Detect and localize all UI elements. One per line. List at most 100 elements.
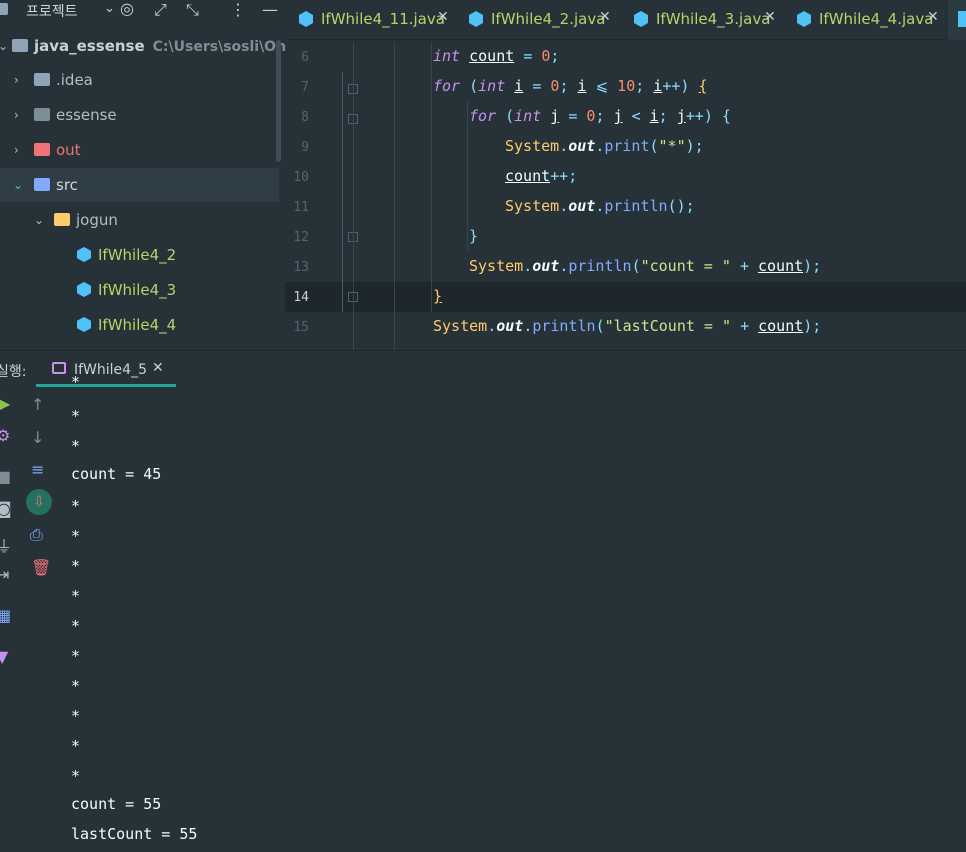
src-folder-icon <box>34 178 50 191</box>
console-line: count = 55 <box>71 795 162 813</box>
console-output[interactable]: * * * count = 45 * * * * * * * * * * cou… <box>71 373 961 852</box>
expand-icon[interactable]: ⤢ <box>154 0 167 20</box>
arrow-up-icon[interactable]: ↑ <box>31 395 44 414</box>
plug-icon[interactable]: ⏚ <box>0 533 12 557</box>
tree-item-essense[interactable]: › essense <box>0 98 279 132</box>
tab-label: IfWhile4_11.java <box>321 10 445 28</box>
console-line: * <box>71 587 81 605</box>
tab-ifwhile4-11[interactable]: IfWhile4_11.java ✕ <box>299 0 464 40</box>
java-class-icon <box>634 11 648 27</box>
console-line: * <box>71 497 81 515</box>
out-folder-icon <box>34 143 50 156</box>
run-tab-ifwhile4-5[interactable]: IfWhile4_5 ✕ <box>36 357 176 387</box>
stop-icon[interactable]: ■ <box>0 467 11 486</box>
tree-root-path: C:\Users\sosli\OneDr <box>152 39 285 55</box>
run-panel-header: 실행: IfWhile4_5 ✕ <box>0 351 966 387</box>
console-line: * <box>71 647 81 665</box>
console-line: count = 45 <box>71 465 162 483</box>
project-panel-header: 프로젝트 ⌄ ◎ ⤢ ⤡ ⋮ — <box>0 0 285 22</box>
console-line: lastCount = 55 <box>71 825 198 843</box>
layout-icon[interactable]: ▦ <box>0 606 11 625</box>
chevron-down-icon[interactable]: ⌄ <box>104 1 115 16</box>
tree-item-label: .idea <box>56 71 93 89</box>
chevron-down-icon[interactable]: ⌄ <box>34 213 44 227</box>
console-line: * <box>71 617 81 635</box>
target-icon[interactable]: ◎ <box>120 0 134 18</box>
tree-item-label: IfWhile4_2 <box>98 246 177 264</box>
tree-item-out[interactable]: › out <box>0 133 279 167</box>
tree-item-idea[interactable]: › .idea <box>0 63 279 97</box>
code-line-14: } <box>433 287 443 305</box>
console-line: * <box>71 373 81 391</box>
console-line: * <box>71 407 81 425</box>
run-panel-label: 실행: <box>0 364 27 380</box>
console-line: * <box>71 707 81 725</box>
exit-icon[interactable]: ⇥ <box>0 565 9 584</box>
tree-item-label: IfWhile4_4 <box>98 316 177 334</box>
chevron-right-icon[interactable]: › <box>14 143 19 157</box>
java-class-icon <box>958 11 966 27</box>
package-folder-icon <box>54 213 70 226</box>
code-line-9: System.out.print("*"); <box>505 137 704 155</box>
soft-wrap-icon[interactable]: ≡ <box>31 460 44 479</box>
java-class-icon <box>299 11 313 27</box>
close-icon[interactable]: ✕ <box>152 360 164 376</box>
scroll-to-end-icon[interactable]: ⇩ <box>26 489 52 515</box>
arrow-down-icon[interactable]: ↓ <box>31 428 44 447</box>
tab-ifwhile4-4[interactable]: IfWhile4_4.java ✕ <box>797 0 952 40</box>
tree-item-ifwhile4-3[interactable]: IfWhile4_3 <box>0 273 279 307</box>
tab-ifwhile4-2[interactable]: IfWhile4_2.java ✕ <box>469 0 624 40</box>
tree-item-label: jogun <box>76 211 118 229</box>
editor-tab-bar: IfWhile4_11.java ✕ IfWhile4_2.java ✕ IfW… <box>285 0 966 40</box>
collapse-icon[interactable]: ⤡ <box>186 0 199 20</box>
trash-icon[interactable]: 🗑 <box>31 558 51 577</box>
tree-root-java-essense[interactable]: ⌄ java_essenseC:\Users\sosli\OneDr <box>0 29 285 63</box>
code-line-15: System.out.println("lastCount = " + coun… <box>433 317 822 335</box>
tab-ifwhile4-3[interactable]: IfWhile4_3.java ✕ <box>634 0 789 40</box>
tab-label: IfWhile4_3.java <box>656 10 771 28</box>
console-line: * <box>71 737 81 755</box>
idea-folder-icon <box>34 73 50 86</box>
run-tool-window: 실행: IfWhile4_5 ✕ ▶ ⚙ ■ ◙ ⏚ ⇥ ▦ ▼ ↑ ↓ ≡ ⇩… <box>0 350 966 852</box>
rerun-icon[interactable]: ▶ <box>0 394 10 413</box>
tree-item-src[interactable]: ⌄ src <box>0 168 279 202</box>
tree-item-ifwhile4-2[interactable]: IfWhile4_2 <box>0 238 279 272</box>
camera-icon[interactable]: ◙ <box>0 499 12 518</box>
print-icon[interactable]: ⎙ <box>30 525 43 545</box>
tree-item-label: out <box>56 141 81 159</box>
close-icon[interactable]: ✕ <box>927 9 939 25</box>
tree-item-label: src <box>56 176 78 194</box>
close-icon[interactable]: ✕ <box>764 9 776 25</box>
close-icon[interactable]: ✕ <box>437 9 449 25</box>
java-class-icon <box>77 282 91 297</box>
chevron-right-icon[interactable]: › <box>14 73 19 87</box>
tree-root-label: java_essenseC:\Users\sosli\OneDr <box>34 37 285 55</box>
code-line-13: System.out.println("count = " + count); <box>469 257 822 275</box>
code-editor[interactable]: 6 7 8 9 10 11 12 13 14 15 int count = 0;… <box>285 42 966 350</box>
pin-icon[interactable]: ▼ <box>0 647 8 666</box>
tree-item-jogun[interactable]: ⌄ jogun <box>0 203 279 237</box>
console-line: * <box>71 557 81 575</box>
settings-icon[interactable]: ⚙ <box>0 426 10 445</box>
java-class-icon <box>797 11 811 27</box>
chevron-down-icon[interactable]: ⌄ <box>13 178 23 192</box>
tab-active-partial[interactable] <box>948 0 966 40</box>
minimize-icon[interactable]: — <box>262 0 278 19</box>
folder-icon <box>34 108 50 121</box>
console-line: * <box>71 677 81 695</box>
code-line-12: } <box>469 227 479 245</box>
more-icon[interactable]: ⋮ <box>230 0 246 19</box>
console-line: * <box>71 767 81 785</box>
close-icon[interactable]: ✕ <box>599 9 611 25</box>
project-panel: 프로젝트 ⌄ ◎ ⤢ ⤡ ⋮ — ⌄ java_essense C:\Users\… <box>0 0 285 350</box>
console-window-icon <box>52 362 66 374</box>
console-line: * <box>71 527 81 545</box>
project-panel-title[interactable]: 프로젝트 <box>26 1 78 21</box>
tree-item-label: IfWhile4_3 <box>98 281 177 299</box>
run-tab-label: IfWhile4_5 <box>74 362 147 378</box>
project-scrollbar[interactable] <box>276 40 281 162</box>
tree-item-ifwhile4-4[interactable]: IfWhile4_4 <box>0 308 279 342</box>
chevron-right-icon[interactable]: › <box>14 108 19 122</box>
module-folder-icon <box>12 39 28 52</box>
chevron-down-icon[interactable]: ⌄ <box>0 39 8 53</box>
